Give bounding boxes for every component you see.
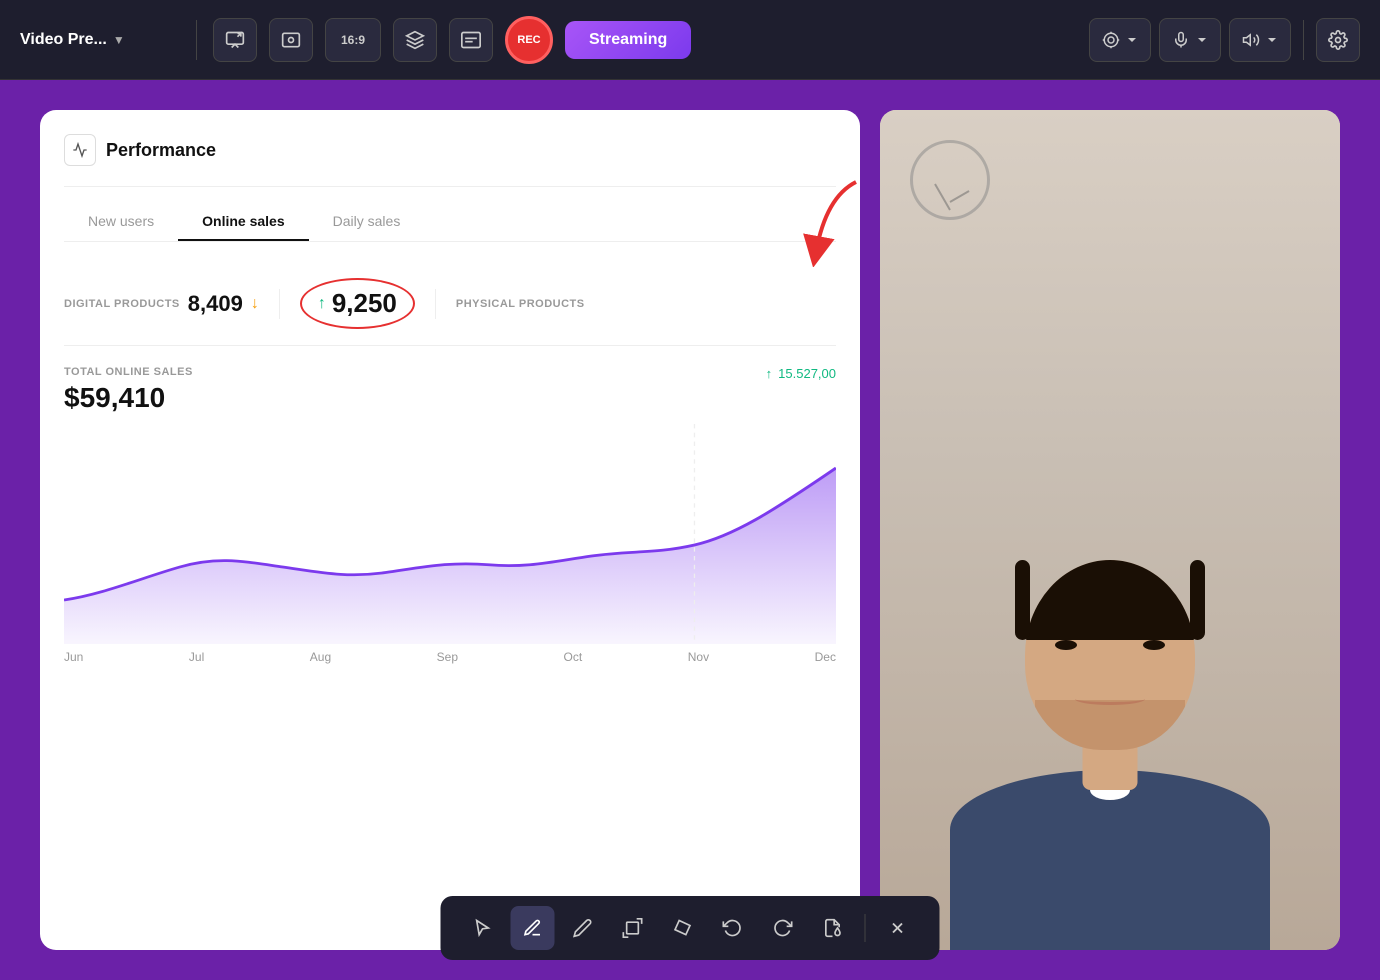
x-label-jun: Jun	[64, 650, 83, 664]
physical-products-metric: PHYSICAL PRODUCTS	[456, 298, 585, 310]
chart-x-labels: Jun Jul Aug Sep Oct Nov Dec	[64, 644, 836, 664]
metrics-row: DIGITAL PRODUCTS 8,409 ↓ ↑ 9,250 PHYSICA…	[64, 262, 836, 346]
divider-1	[196, 20, 197, 60]
highlighted-value: 9,250	[332, 288, 397, 319]
layers-btn[interactable]	[393, 18, 437, 62]
highlighted-metric: ↑ 9,250	[300, 278, 415, 329]
panel-icon	[64, 134, 96, 166]
x-label-sep: Sep	[437, 650, 458, 664]
streaming-button[interactable]: Streaming	[565, 21, 691, 59]
aspect-ratio-btn[interactable]: 16:9	[325, 18, 381, 62]
dashboard-panel: Performance New users Online sales Daily…	[40, 110, 860, 950]
metrics-wrapper: DIGITAL PRODUCTS 8,409 ↓ ↑ 9,250 PHYSICA…	[64, 262, 836, 346]
legend-up-arrow: ↑	[766, 366, 773, 381]
caption-btn[interactable]	[449, 18, 493, 62]
microphone-btn[interactable]	[1159, 18, 1221, 62]
aspect-ratio-label: 16:9	[341, 33, 365, 47]
camera-btn[interactable]	[1089, 18, 1151, 62]
x-label-dec: Dec	[815, 650, 836, 664]
rec-label: REC	[517, 34, 540, 46]
title-chevron: ▼	[113, 33, 125, 47]
chart-section: TOTAL ONLINE SALES $59,410 ↑ 15.527,00	[64, 366, 836, 664]
redo-btn[interactable]	[761, 906, 805, 950]
webcam-feed	[880, 110, 1340, 950]
legend-value: 15.527,00	[778, 366, 836, 381]
bucket-tool-btn[interactable]	[811, 906, 855, 950]
chart-meta: TOTAL ONLINE SALES $59,410 ↑ 15.527,00	[64, 366, 836, 414]
project-title[interactable]: Video Pre... ▼	[20, 31, 180, 49]
close-annotation-btn[interactable]	[876, 906, 920, 950]
chart-svg	[64, 424, 836, 644]
chart-legend: ↑ 15.527,00	[766, 366, 836, 381]
panel-header: Performance	[64, 134, 836, 166]
x-label-aug: Aug	[310, 650, 331, 664]
metric-divider-2	[435, 289, 436, 319]
volume-btn[interactable]	[1229, 18, 1291, 62]
down-arrow-icon: ↓	[251, 295, 259, 313]
clock-decoration	[910, 140, 990, 220]
panel-divider	[64, 186, 836, 187]
x-label-nov: Nov	[688, 650, 709, 664]
right-divider	[1303, 20, 1304, 60]
undo-btn[interactable]	[711, 906, 755, 950]
x-label-oct: Oct	[564, 650, 583, 664]
digital-products-value: 8,409	[188, 291, 243, 317]
anno-toolbar-divider	[865, 914, 866, 942]
side-hair-left	[1015, 560, 1030, 640]
pencil-tool-btn[interactable]	[561, 906, 605, 950]
pen-tool-btn[interactable]	[511, 906, 555, 950]
person-body	[950, 770, 1270, 950]
panel-title: Performance	[106, 140, 216, 161]
title-text: Video Pre...	[20, 31, 107, 49]
tab-online-sales[interactable]: Online sales	[178, 203, 308, 241]
x-label-jul: Jul	[189, 650, 204, 664]
side-hair-right	[1190, 560, 1205, 640]
tab-new-users[interactable]: New users	[64, 203, 178, 241]
cursor-tool-btn[interactable]	[461, 906, 505, 950]
rec-button[interactable]: REC	[505, 16, 553, 64]
settings-btn[interactable]	[1316, 18, 1360, 62]
webcam-btn[interactable]	[269, 18, 313, 62]
chart-container	[64, 424, 836, 644]
toolbar-right-group	[1089, 18, 1360, 62]
digital-products-label: DIGITAL PRODUCTS	[64, 298, 180, 310]
eraser-tool-btn[interactable]	[661, 906, 705, 950]
tabs-row: New users Online sales Daily sales	[64, 203, 836, 242]
chart-total-value: $59,410	[64, 382, 193, 414]
annotation-toolbar	[441, 896, 940, 960]
up-arrow-icon: ↑	[318, 295, 326, 313]
digital-products-metric: DIGITAL PRODUCTS 8,409 ↓	[64, 291, 259, 317]
person-face	[1025, 560, 1195, 750]
tab-daily-sales[interactable]: Daily sales	[309, 203, 425, 241]
chart-total-label: TOTAL ONLINE SALES	[64, 366, 193, 378]
streaming-label: Streaming	[589, 31, 667, 48]
top-toolbar: Video Pre... ▼ 16:9 REC Streaming	[0, 0, 1380, 80]
webcam-panel	[880, 110, 1340, 950]
share-screen-btn[interactable]	[213, 18, 257, 62]
main-content: Performance New users Online sales Daily…	[0, 80, 1380, 980]
crop-tool-btn[interactable]	[611, 906, 655, 950]
metric-divider	[279, 289, 280, 319]
physical-products-label: PHYSICAL PRODUCTS	[456, 298, 585, 310]
